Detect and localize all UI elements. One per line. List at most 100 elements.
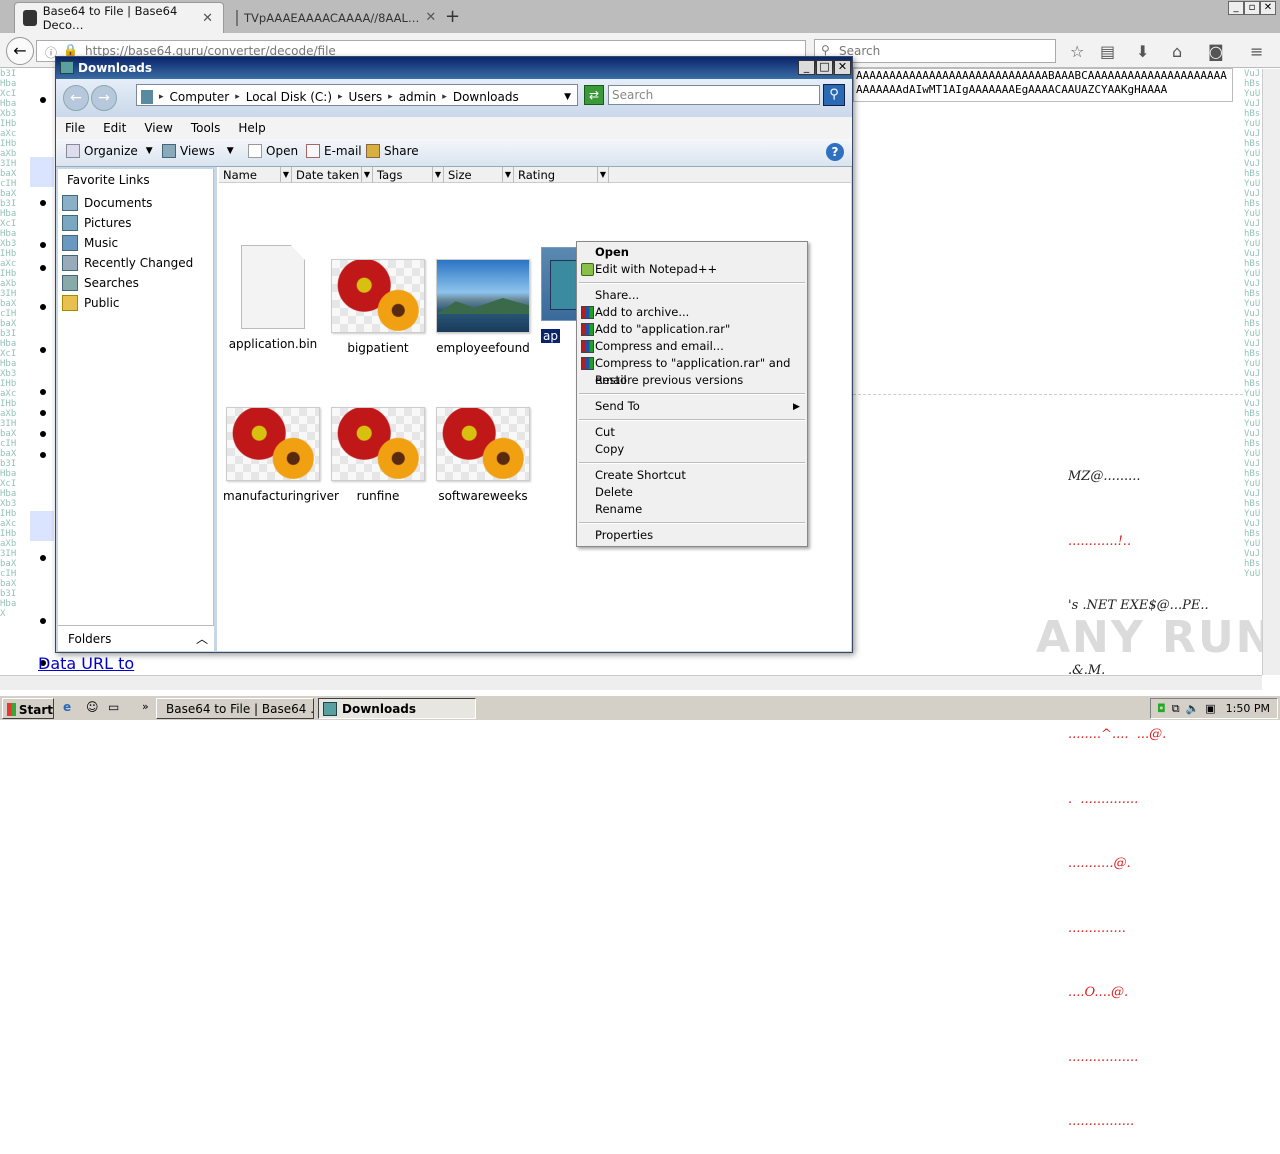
network-icon[interactable]: ⧉ bbox=[1172, 702, 1180, 716]
taskbar-firefox[interactable]: Base64 to File | Base64 ... bbox=[156, 698, 314, 719]
breadcrumb-item[interactable]: Local Disk (C:) bbox=[246, 90, 332, 104]
desktop-icon[interactable]: ▭ bbox=[108, 700, 124, 716]
close-tab-icon[interactable]: ✕ bbox=[202, 11, 213, 26]
maximize-button[interactable]: □ bbox=[816, 60, 833, 75]
menu-add-to-rar[interactable]: Add to "application.rar" bbox=[595, 321, 730, 338]
column-name[interactable]: Name ▼ bbox=[219, 167, 292, 183]
menu-copy[interactable]: Copy bbox=[595, 441, 624, 458]
explorer-title-bar[interactable]: Downloads bbox=[56, 57, 852, 79]
dropdown-arrow-icon[interactable]: ▼ bbox=[280, 167, 291, 182]
menu-cut[interactable]: Cut bbox=[595, 424, 615, 441]
dropdown-arrow-icon[interactable]: ▼ bbox=[502, 167, 513, 182]
nav-item-recently-changed[interactable]: Recently Changed bbox=[62, 254, 193, 272]
menu-delete[interactable]: Delete bbox=[595, 484, 633, 501]
column-date-taken[interactable]: Date taken ▼ bbox=[292, 167, 373, 183]
data-url-link[interactable]: Data URL to bbox=[38, 654, 134, 673]
minimize-button[interactable]: _ bbox=[798, 60, 815, 75]
file-item[interactable]: softwareweeks bbox=[433, 407, 533, 503]
column-size[interactable]: Size ▼ bbox=[444, 167, 514, 183]
menu-edit[interactable]: Edit bbox=[94, 117, 135, 139]
page-horizontal-scrollbar[interactable] bbox=[0, 675, 1262, 690]
menu-create-shortcut[interactable]: Create Shortcut bbox=[595, 467, 686, 484]
email-button[interactable]: E-mail bbox=[306, 144, 362, 158]
page-vertical-scrollbar[interactable] bbox=[1262, 69, 1280, 675]
power-icon[interactable]: ▣ bbox=[1205, 702, 1215, 715]
refresh-icon[interactable]: ⇄ bbox=[584, 85, 604, 105]
close-window-button[interactable]: ✕ bbox=[1260, 1, 1276, 15]
home-icon[interactable]: ⌂ bbox=[1172, 42, 1182, 61]
menu-add-to-archive[interactable]: Add to archive... bbox=[595, 304, 689, 321]
address-bar[interactable]: ▸ Computer ▸ Local Disk (C:) ▸ Users ▸ a… bbox=[136, 84, 578, 106]
browser-tab[interactable]: TVpAAAEAAAACAAAA//8AAL… ✕ bbox=[228, 2, 436, 33]
media-player-icon[interactable]: ☺ bbox=[86, 700, 102, 716]
chevron-right-icon[interactable]: ▸ bbox=[442, 92, 447, 102]
breadcrumb-item[interactable]: admin bbox=[399, 90, 437, 104]
column-rating[interactable]: Rating ▼ bbox=[514, 167, 609, 183]
close-button[interactable]: ✕ bbox=[834, 60, 851, 75]
file-item[interactable]: application.bin bbox=[223, 245, 323, 351]
column-tags[interactable]: Tags ▼ bbox=[373, 167, 444, 183]
nav-item-music[interactable]: Music bbox=[62, 234, 118, 252]
menu-restore-versions[interactable]: Restore previous versions bbox=[595, 372, 743, 389]
new-tab-button[interactable]: + bbox=[445, 6, 460, 27]
search-icon[interactable]: ⚲ bbox=[823, 84, 845, 106]
ie-icon[interactable]: e bbox=[63, 700, 79, 716]
taskbar-downloads[interactable]: Downloads bbox=[318, 698, 476, 719]
explorer-search-input[interactable]: Search bbox=[608, 85, 820, 105]
menu-tools[interactable]: Tools bbox=[182, 117, 230, 139]
menu-compress-email[interactable]: Compress and email... bbox=[595, 338, 724, 355]
pocket-icon[interactable]: ◙ bbox=[1208, 42, 1224, 61]
nav-item-documents[interactable]: Documents bbox=[62, 194, 152, 212]
dropdown-arrow-icon[interactable]: ▼ bbox=[597, 167, 608, 182]
breadcrumb-item[interactable]: Users bbox=[349, 90, 383, 104]
security-icon[interactable]: ◘ bbox=[1157, 702, 1166, 715]
chevron-right-icon[interactable]: ▸ bbox=[388, 92, 393, 102]
menu-compress-rar-email[interactable]: Compress to "application.rar" and email bbox=[595, 355, 807, 387]
chevron-right-icon[interactable]: ▸ bbox=[338, 92, 343, 102]
dropdown-arrow-icon[interactable]: ▼ bbox=[564, 92, 571, 102]
close-tab-icon[interactable]: ✕ bbox=[425, 10, 436, 25]
start-button[interactable]: Start bbox=[2, 698, 54, 719]
menu-file[interactable]: File bbox=[56, 117, 94, 139]
volume-icon[interactable]: 🔈 bbox=[1186, 702, 1200, 715]
menu-view[interactable]: View bbox=[135, 117, 181, 139]
nav-item-searches[interactable]: Searches bbox=[62, 274, 139, 292]
download-icon[interactable]: ⬇ bbox=[1136, 42, 1149, 61]
breadcrumb-item[interactable]: Computer bbox=[170, 90, 230, 104]
nav-item-public[interactable]: Public bbox=[62, 294, 120, 312]
menu-properties[interactable]: Properties bbox=[595, 527, 653, 544]
open-button[interactable]: Open bbox=[248, 144, 298, 158]
views-button[interactable]: Views ▼ bbox=[162, 144, 234, 158]
menu-help[interactable]: Help bbox=[229, 117, 274, 139]
share-button[interactable]: Share bbox=[366, 144, 419, 158]
file-item[interactable]: bigpatient bbox=[328, 259, 428, 355]
base64-textarea[interactable]: AAAAAAAAAAAAAAAAAAAAAAAAAAAAABAAABCAAAAA… bbox=[853, 68, 1233, 102]
maximize-button[interactable]: ▫ bbox=[1244, 1, 1260, 15]
menu-send-to[interactable]: Send To bbox=[595, 398, 640, 415]
minimize-button[interactable]: _ bbox=[1228, 1, 1244, 15]
file-item[interactable]: runfine bbox=[328, 407, 428, 503]
back-button[interactable]: ← bbox=[6, 37, 34, 65]
bookmark-star-icon[interactable]: ☆ bbox=[1070, 42, 1084, 61]
help-icon[interactable]: ? bbox=[826, 143, 844, 161]
reading-list-icon[interactable]: ▤ bbox=[1100, 42, 1115, 61]
dropdown-arrow-icon[interactable]: ▼ bbox=[361, 167, 372, 182]
file-item[interactable]: manufacturingriver bbox=[223, 407, 339, 503]
menu-share[interactable]: Share... bbox=[595, 287, 639, 304]
breadcrumb-item[interactable]: Downloads bbox=[453, 90, 519, 104]
back-arrow-icon[interactable]: ← bbox=[63, 85, 89, 111]
browser-tab-active[interactable]: Base64 to File | Base64 Deco… ✕ bbox=[14, 2, 224, 33]
clock[interactable]: 1:50 PM bbox=[1226, 702, 1270, 715]
chevron-right-icon[interactable]: ▸ bbox=[159, 92, 164, 102]
forward-arrow-icon[interactable]: → bbox=[91, 85, 117, 111]
organize-button[interactable]: Organize ▼ bbox=[66, 144, 153, 158]
nav-item-pictures[interactable]: Pictures bbox=[62, 214, 132, 232]
folders-toggle[interactable]: Folders ︿ bbox=[58, 625, 214, 651]
menu-edit-notepadpp[interactable]: Edit with Notepad++ bbox=[595, 261, 717, 278]
chevron-right-icon[interactable]: ▸ bbox=[235, 92, 240, 102]
menu-rename[interactable]: Rename bbox=[595, 501, 642, 518]
dropdown-arrow-icon[interactable]: ▼ bbox=[432, 167, 443, 182]
menu-open[interactable]: Open bbox=[595, 244, 629, 261]
file-item[interactable]: employeefound bbox=[433, 259, 533, 355]
menu-hamburger-icon[interactable]: ≡ bbox=[1250, 42, 1263, 61]
